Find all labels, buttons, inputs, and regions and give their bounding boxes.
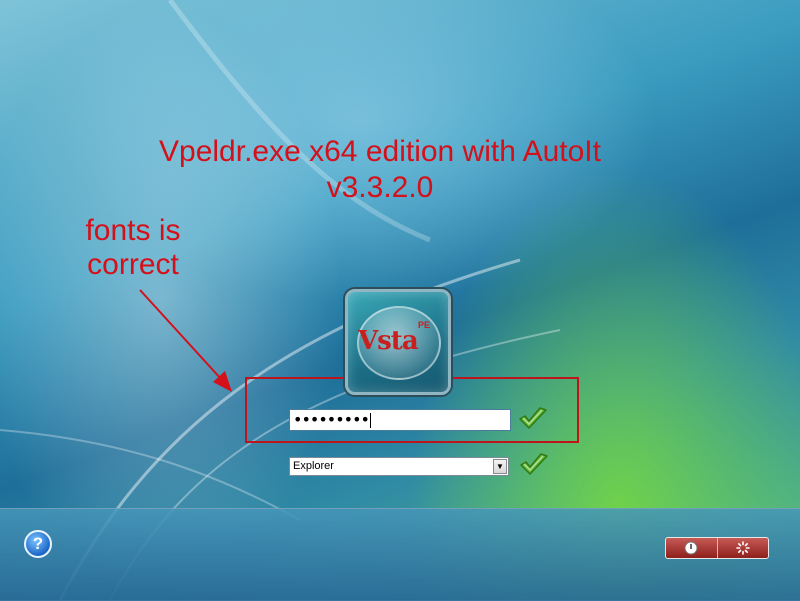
password-field[interactable]: •••••••••	[289, 409, 511, 431]
shell-select-value: Explorer	[293, 460, 334, 472]
annotation-note: fonts is correct	[68, 214, 198, 282]
chevron-down-icon[interactable]: ▼	[493, 459, 507, 474]
vistape-logo: Vsta PE	[345, 289, 451, 395]
annotation-note-line2: correct	[87, 248, 179, 281]
text-caret	[369, 413, 371, 428]
restart-icon	[735, 541, 750, 555]
power-icon	[684, 541, 698, 555]
help-glyph: ?	[32, 534, 44, 553]
help-icon[interactable]: ?	[24, 530, 52, 558]
annotation-note-line1: fonts is	[85, 214, 181, 247]
logo-text: Vsta	[358, 326, 419, 356]
checkmark-icon[interactable]	[519, 452, 549, 478]
password-value: •••••••••	[293, 410, 370, 429]
power-options	[665, 537, 769, 559]
checkmark-icon[interactable]	[518, 406, 548, 432]
annotation-title-line2: v3.3.2.0	[326, 171, 434, 204]
logo-superscript: PE	[418, 320, 431, 330]
shell-select[interactable]: Explorer ▼	[289, 457, 509, 476]
restart-button[interactable]	[716, 538, 769, 558]
annotation-title-line1: Vpeldr.exe x64 edition with AutoIt	[159, 135, 601, 168]
annotation-title: Vpeldr.exe x64 edition with AutoIt v3.3.…	[130, 134, 630, 206]
power-button[interactable]	[666, 538, 717, 558]
